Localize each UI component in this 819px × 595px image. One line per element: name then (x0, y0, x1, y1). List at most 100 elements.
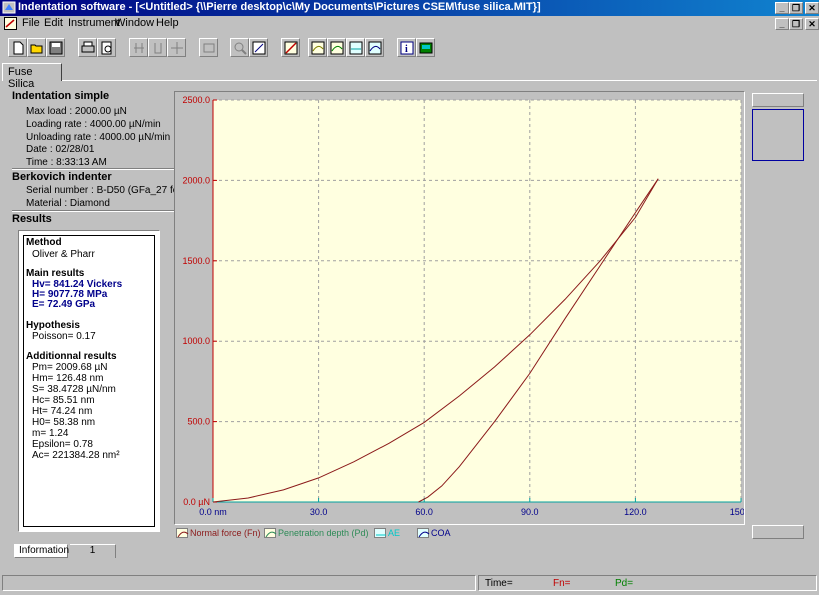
ht-value: Ht= 74.24 nm (32, 406, 93, 417)
toolbar: i (0, 35, 819, 61)
zoom-window-button[interactable] (249, 38, 268, 57)
legend-label-normal-force: Normal force (Fn) (190, 528, 261, 538)
info-button[interactable]: i (397, 38, 416, 57)
title-bar[interactable]: Indentation software - [<Untitled> {\\Pi… (0, 0, 819, 16)
menu-edit[interactable]: Edit (44, 17, 63, 29)
main-results-heading: Main results (26, 268, 85, 279)
force-depth-chart[interactable]: 0.0 µN 500.0 1000.0 1500.0 2000.0 2500.0 0.0 n… (175, 92, 744, 524)
additional-results-heading: Additionnal results (26, 351, 117, 362)
save-button[interactable] (46, 38, 65, 57)
zoom-window-icon (252, 41, 266, 55)
x-tick-label: 30.0 (310, 507, 328, 517)
info-icon: i (400, 41, 414, 55)
graph-green-icon (330, 41, 344, 55)
svg-text:i: i (405, 44, 408, 55)
instrument-button-4[interactable] (199, 38, 218, 57)
menu-instrument[interactable]: Instrument (68, 17, 120, 29)
new-icon (13, 41, 24, 55)
child-minimize-button[interactable]: _ (775, 18, 789, 30)
y-tick-label: 2000.0 (182, 175, 210, 185)
graph-blue-icon (368, 41, 382, 55)
minimize-button[interactable]: _ (775, 2, 789, 14)
method-value: Oliver & Pharr (32, 249, 95, 260)
results-button[interactable] (416, 38, 435, 57)
right-panel-bottom-button[interactable] (752, 525, 804, 539)
material: Material : Diamond (26, 198, 110, 209)
indenter-title: Berkovich indenter (12, 171, 112, 183)
x-tick-label: 90.0 (521, 507, 539, 517)
instrument-button-3[interactable] (167, 38, 186, 57)
child-restore-button[interactable]: ❐ (789, 18, 803, 30)
menu-bar: File Edit Instrument Window Help _ ❐ ✕ (0, 16, 819, 32)
graph-yellow-button[interactable] (308, 38, 327, 57)
results-content: Method Oliver & Pharr Main results Hv= 8… (23, 235, 155, 527)
close-button[interactable]: ✕ (805, 2, 819, 14)
hypothesis-heading: Hypothesis (26, 320, 80, 331)
print-preview-icon (101, 41, 112, 55)
e-value: E= 72.49 GPa (32, 299, 96, 310)
status-time: Time= (485, 578, 513, 589)
child-close-button[interactable]: ✕ (805, 18, 819, 30)
method-heading: Method (26, 237, 62, 248)
menu-window[interactable]: Window (115, 17, 154, 29)
epsilon-value: Epsilon= 0.78 (32, 439, 93, 450)
y-tick-label: 1500.0 (182, 256, 210, 266)
menu-help[interactable]: Help (156, 17, 179, 29)
instrument-button-1[interactable] (129, 38, 148, 57)
print-icon (81, 41, 95, 53)
graph-yellow-icon (311, 41, 325, 55)
status-panel-readout: Time= Fn= Pd= (478, 575, 817, 591)
legend-label-coa: COA (431, 528, 451, 538)
x-tick-label: 60.0 (415, 507, 433, 517)
results-icon (419, 42, 433, 54)
graph-blue-button[interactable] (365, 38, 384, 57)
hm-value: Hm= 126.48 nm (32, 373, 104, 384)
tab-fuse-silica[interactable]: Fuse Silica (2, 63, 62, 90)
print-preview-button[interactable] (97, 38, 116, 57)
y-tick-label: 500.0 (187, 417, 210, 427)
legend-label-penetration-depth: Penetration depth (Pd) (278, 528, 369, 538)
unloading-rate: Unloading rate : 4000.00 µN/min (26, 132, 171, 143)
chart-legend: Normal force (Fn) Penetration depth (Pd)… (174, 527, 745, 541)
m-value: m= 1.24 (32, 428, 69, 439)
right-panel-top-button[interactable] (752, 93, 804, 107)
graph-green-button[interactable] (327, 38, 346, 57)
legend-label-ae: AE (388, 528, 401, 538)
tab-divider (62, 80, 817, 81)
tab-information[interactable]: Information (14, 544, 69, 558)
menu-file[interactable]: File (22, 17, 40, 29)
legend-swatch-penetration-depth (264, 528, 277, 538)
separator (12, 210, 180, 212)
pm-value: Pm= 2009.68 µN (32, 362, 108, 373)
separator (12, 168, 180, 170)
graph-red-icon (284, 41, 298, 55)
print-button[interactable] (78, 38, 97, 57)
graph-red-button[interactable] (281, 38, 300, 57)
chart-area[interactable]: 0.0 µN 500.0 1000.0 1500.0 2000.0 2500.0 0.0 n… (174, 91, 745, 525)
instrument-icon-2 (154, 43, 162, 54)
restore-button[interactable]: ❐ (789, 2, 803, 14)
tab-1[interactable]: 1 (70, 544, 116, 558)
instrument-icon-4 (203, 43, 215, 53)
y-tick-label: 2500.0 (182, 95, 210, 105)
hc-value: Hc= 85.51 nm (32, 395, 95, 406)
app-icon (2, 1, 16, 14)
window-title: Indentation software - [<Untitled> {\\Pi… (18, 1, 541, 13)
legend-swatch-ae (374, 528, 386, 538)
instrument-icon-1 (134, 43, 144, 53)
new-button[interactable] (8, 38, 27, 57)
results-title: Results (12, 213, 52, 225)
document-icon[interactable] (4, 17, 17, 30)
x-tick-label: 120.0 (624, 507, 647, 517)
zoom-button[interactable] (230, 38, 249, 57)
instrument-button-2[interactable] (148, 38, 167, 57)
x-tick-label: 0.0 nm (199, 507, 227, 517)
legend-swatch-coa (417, 528, 430, 538)
graph-cyan-button[interactable] (346, 38, 365, 57)
plot-background (213, 100, 741, 502)
date: Date : 02/28/01 (26, 144, 95, 155)
right-panel (750, 91, 805, 541)
results-box: Method Oliver & Pharr Main results Hv= 8… (18, 230, 160, 532)
right-panel-selection-box[interactable] (752, 109, 804, 161)
open-button[interactable] (27, 38, 46, 57)
